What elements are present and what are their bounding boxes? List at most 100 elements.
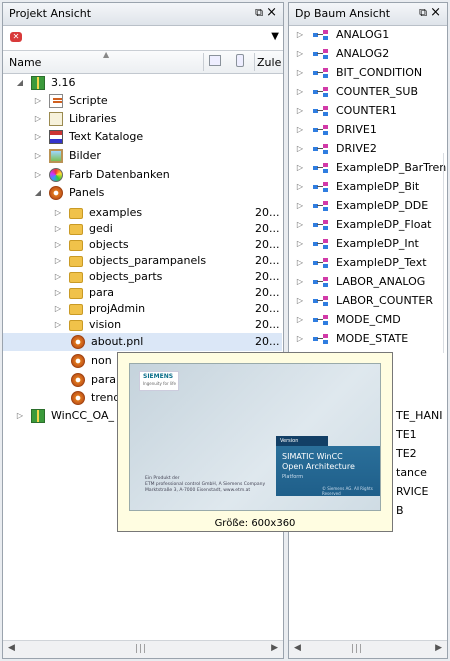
preview-size-caption: Größe: 600x360 — [214, 518, 296, 529]
expand-icon[interactable]: ▷ — [295, 178, 305, 196]
dp-item-label: ExampleDP_Bit — [336, 180, 420, 193]
gear-icon — [71, 354, 85, 368]
tree-row-label: Panels — [69, 186, 105, 199]
tree-row-label: non — [91, 354, 112, 367]
sort-ascending-icon: ▲ — [103, 50, 110, 59]
monitor-icon[interactable] — [209, 55, 221, 66]
expand-icon[interactable]: ▷ — [295, 64, 305, 82]
filter-bar[interactable]: ✕ ▼ — [3, 26, 283, 51]
horizontal-scrollbar[interactable]: ◀ ||| ▶ — [3, 640, 283, 658]
pin-icon[interactable]: ⧉ — [255, 6, 263, 20]
expand-icon[interactable]: ▷ — [295, 83, 305, 101]
expand-icon[interactable]: ▷ — [295, 121, 305, 139]
product-banner: SIMATIC WinCC Open Architecture Platform… — [276, 446, 380, 496]
datapoint-icon — [313, 334, 329, 344]
dp-item-analog1[interactable]: ▷ ANALOG1 — [289, 26, 445, 44]
close-icon[interactable]: × — [430, 5, 441, 20]
dp-item-mode-state[interactable]: ▷ MODE_STATE — [289, 330, 445, 348]
scroll-left-icon[interactable]: ◀ — [294, 643, 301, 653]
tree-row-farb-datenbanken[interactable]: ▷ Farb Datenbanken — [3, 166, 282, 184]
horizontal-scrollbar[interactable]: ◀ ||| ▶ — [289, 640, 447, 658]
scroll-grip-icon[interactable]: ||| — [351, 644, 363, 654]
dp-item-bit-condition[interactable]: ▷ BIT_CONDITION — [289, 64, 445, 82]
expand-icon[interactable]: ▷ — [53, 316, 63, 334]
dp-item-exampledp-bartren[interactable]: ▷ ExampleDP_BarTren — [289, 159, 447, 177]
column-date[interactable]: Zule — [257, 56, 281, 69]
scroll-right-icon[interactable]: ▶ — [271, 643, 278, 653]
expand-icon[interactable]: ▷ — [295, 102, 305, 120]
column-name[interactable]: Name — [9, 56, 41, 69]
scroll-grip-icon[interactable]: ||| — [135, 644, 147, 654]
datapoint-icon — [313, 49, 329, 59]
expand-icon[interactable]: ▷ — [295, 26, 305, 44]
dp-item-analog2[interactable]: ▷ ANALOG2 — [289, 45, 445, 63]
folder-icon — [69, 288, 83, 299]
expand-icon[interactable]: ▷ — [295, 254, 305, 272]
dp-item-exampledp-float[interactable]: ▷ ExampleDP_Float — [289, 216, 445, 234]
dp-item-exampledp-int[interactable]: ▷ ExampleDP_Int — [289, 235, 445, 253]
tree-row-bilder[interactable]: ▷ Bilder — [3, 147, 282, 165]
scroll-left-icon[interactable]: ◀ — [8, 643, 15, 653]
dp-item-counter1[interactable]: ▷ COUNTER1 — [289, 102, 445, 120]
flag-icon — [49, 130, 63, 144]
expand-icon[interactable]: ▷ — [295, 330, 305, 348]
expand-icon[interactable]: ▷ — [33, 110, 43, 128]
expand-icon[interactable]: ▷ — [15, 407, 25, 425]
dp-item-labor-counter[interactable]: ▷ LABOR_COUNTER — [289, 292, 445, 310]
gear-icon — [71, 335, 85, 349]
expand-icon[interactable]: ▷ — [295, 216, 305, 234]
project-view-titlebar: Projekt Ansicht ⧉ × — [3, 3, 283, 26]
dp-item-label: ExampleDP_DDE — [336, 199, 429, 212]
dp-item-exampledp-bit[interactable]: ▷ ExampleDP_Bit — [289, 178, 445, 196]
dp-item-labor-analog[interactable]: ▷ LABOR_ANALOG — [289, 273, 445, 291]
dp-item-exampledp-dde[interactable]: ▷ ExampleDP_DDE — [289, 197, 445, 215]
tree-row-panels[interactable]: ◢ Panels — [3, 184, 282, 202]
scroll-right-icon[interactable]: ▶ — [435, 643, 442, 653]
gear-icon — [49, 186, 63, 200]
chevron-down-icon[interactable]: ▼ — [271, 31, 279, 42]
clear-filter-icon[interactable]: ✕ — [10, 32, 22, 42]
expand-icon[interactable]: ▷ — [295, 159, 305, 177]
tree-row-text-kataloge[interactable]: ▷ Text Kataloge — [3, 128, 282, 146]
tree-row-vision[interactable]: ▷ vision 20... — [3, 316, 282, 334]
dp-item-counter-sub[interactable]: ▷ COUNTER_SUB — [289, 83, 445, 101]
expand-icon[interactable]: ▷ — [33, 92, 43, 110]
expand-icon[interactable]: ▷ — [295, 235, 305, 253]
datapoint-icon — [313, 239, 329, 249]
dp-item-drive1[interactable]: ▷ DRIVE1 — [289, 121, 445, 139]
dp-item-drive2[interactable]: ▷ DRIVE2 — [289, 140, 445, 158]
device-icon[interactable] — [236, 54, 244, 67]
tree-row-libraries[interactable]: ▷ Libraries — [3, 110, 282, 128]
close-icon[interactable]: × — [266, 5, 277, 20]
dp-item-exampledp-text[interactable]: ▷ ExampleDP_Text — [289, 254, 445, 272]
tree-row-label: WinCC_OA_ — [51, 409, 115, 422]
expand-icon[interactable]: ▷ — [295, 273, 305, 291]
dp-item-label: LABOR_COUNTER — [336, 294, 433, 307]
dp-item-label: ExampleDP_BarTren — [336, 161, 447, 174]
collapse-icon[interactable]: ◢ — [33, 184, 43, 202]
expand-icon[interactable]: ▷ — [295, 292, 305, 310]
tree-row-3-16[interactable]: ◢ 3.16 — [3, 74, 282, 92]
expand-icon[interactable]: ▷ — [33, 147, 43, 165]
expand-icon[interactable]: ▷ — [33, 128, 43, 146]
expand-icon[interactable]: ▷ — [295, 311, 305, 329]
dp-item-mode-cmd[interactable]: ▷ MODE_CMD — [289, 311, 445, 329]
tree-row-about-pnl[interactable]: about.pnl 20... — [3, 333, 282, 351]
expand-icon[interactable]: ▷ — [295, 45, 305, 63]
tree-row-label: Bilder — [69, 149, 101, 162]
tree-row-label: Farb Datenbanken — [69, 168, 170, 181]
dp-item-label: MODE_STATE — [336, 332, 409, 345]
tree-row-label: 3.16 — [51, 76, 76, 89]
tree-row-scripte[interactable]: ▷ Scripte — [3, 92, 282, 110]
expand-icon[interactable]: ▷ — [295, 197, 305, 215]
expand-icon[interactable]: ▷ — [33, 166, 43, 184]
pin-icon[interactable]: ⧉ — [419, 6, 427, 20]
dp-item-label: DRIVE2 — [336, 142, 377, 155]
tree-row-label: Scripte — [69, 94, 108, 107]
collapse-icon[interactable]: ◢ — [15, 74, 25, 92]
expand-icon[interactable]: ▷ — [295, 140, 305, 158]
datapoint-icon — [313, 201, 329, 211]
project-view-title: Projekt Ansicht — [9, 7, 92, 20]
datapoint-icon — [313, 68, 329, 78]
dp-item-label: ANALOG1 — [336, 28, 390, 41]
